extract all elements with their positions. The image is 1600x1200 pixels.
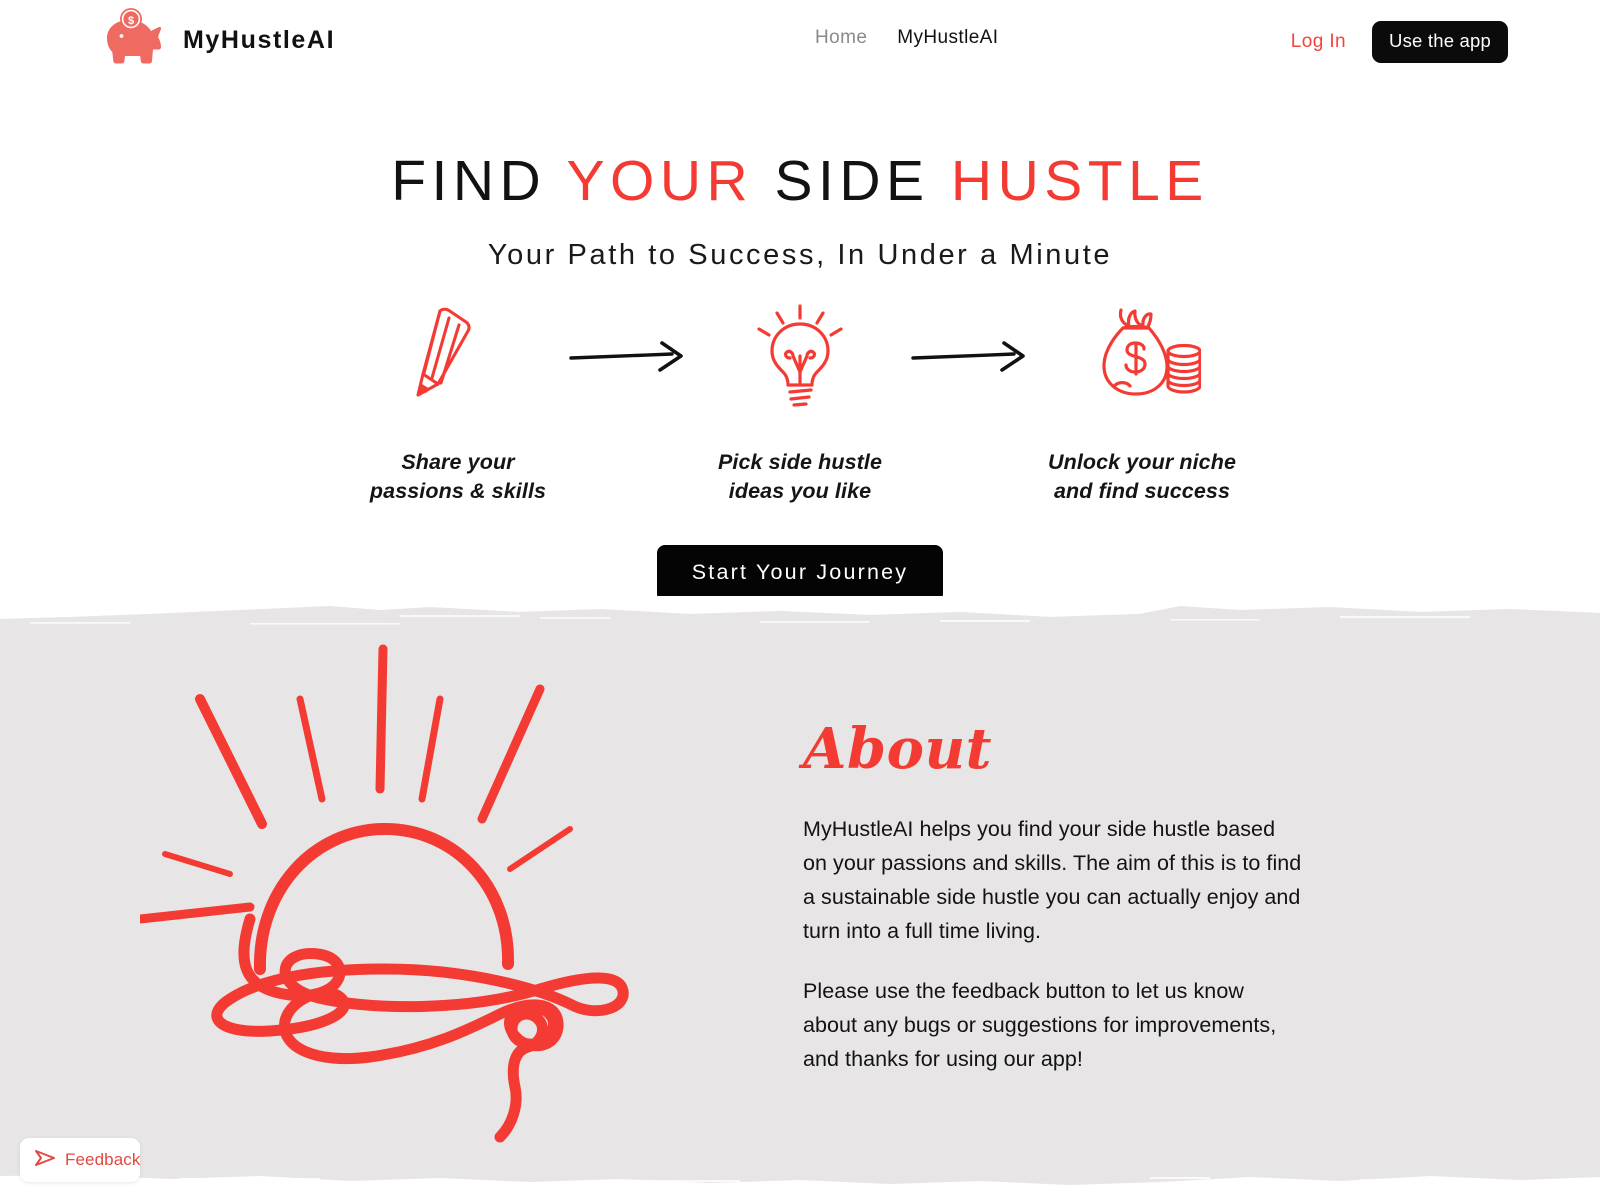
feedback-button[interactable]: Feedback — [20, 1138, 140, 1182]
nav-item-home[interactable]: Home — [815, 27, 867, 49]
step-item-1: Share your passions & skills — [352, 302, 564, 505]
money-bag-icon — [1083, 302, 1201, 412]
about-paragraph-2: Please use the feedback button to let us… — [803, 978, 1277, 1071]
headline-word-side: SIDE — [774, 149, 930, 213]
about-copy: About MyHustleAI helps you find your sid… — [803, 721, 1303, 1077]
about-paragraph-1: MyHustleAI helps you find your side hust… — [803, 817, 1302, 943]
brand-logo-link[interactable]: $ MyHustleAI — [95, 8, 335, 72]
hero-cta-wrapper: Start Your Journey — [0, 545, 1600, 603]
page-subtitle: Your Path to Success, In Under a Minute — [487, 239, 1113, 271]
step-label-2: Pick side hustle ideas you like — [717, 450, 883, 503]
login-link[interactable]: Log In — [1291, 31, 1346, 53]
start-your-journey-button[interactable]: Start Your Journey — [656, 545, 944, 603]
arrow-right-icon-2 — [906, 302, 1036, 412]
step-item-2: Pick side hustle ideas you like — [694, 302, 906, 505]
feedback-label: Feedback — [65, 1150, 141, 1169]
page-title: FIND YOUR SIDE HUSTLE — [0, 153, 1600, 210]
hero-section: FIND YOUR SIDE HUSTLE Your Path to Succe… — [0, 82, 1600, 611]
paper-plane-icon — [34, 1148, 56, 1173]
pencil-icon — [410, 302, 506, 412]
use-the-app-button[interactable]: Use the app — [1372, 21, 1508, 63]
piggy-bank-icon: $ — [95, 8, 169, 72]
about-title: About — [803, 716, 993, 782]
step-label-1: Share your passions & skills — [369, 450, 547, 503]
headline-word-find: FIND — [391, 149, 547, 213]
headline-word-hustle: HUSTLE — [950, 149, 1209, 213]
primary-nav: Home MyHustleAI — [815, 27, 998, 49]
sunrise-over-waves-icon — [135, 639, 660, 1149]
svg-text:$: $ — [128, 15, 134, 27]
site-header: $ MyHustleAI Home MyHustleAI Log In Use … — [0, 0, 1600, 82]
how-it-works-steps: Share your passions & skills Pick side h… — [0, 302, 1600, 505]
about-section: About MyHustleAI helps you find your sid… — [0, 611, 1600, 1200]
headline-word-your: YOUR — [566, 149, 754, 213]
step-label-3: Unlock your niche and find success — [1047, 450, 1237, 503]
step-item-3: Unlock your niche and find success — [1036, 302, 1248, 505]
nav-item-myhustleai[interactable]: MyHustleAI — [897, 27, 998, 49]
arrow-right-icon-1 — [564, 302, 694, 412]
brand-name: MyHustleAI — [183, 25, 336, 54]
header-actions: Log In Use the app — [1291, 21, 1508, 63]
lightbulb-icon — [750, 302, 850, 412]
